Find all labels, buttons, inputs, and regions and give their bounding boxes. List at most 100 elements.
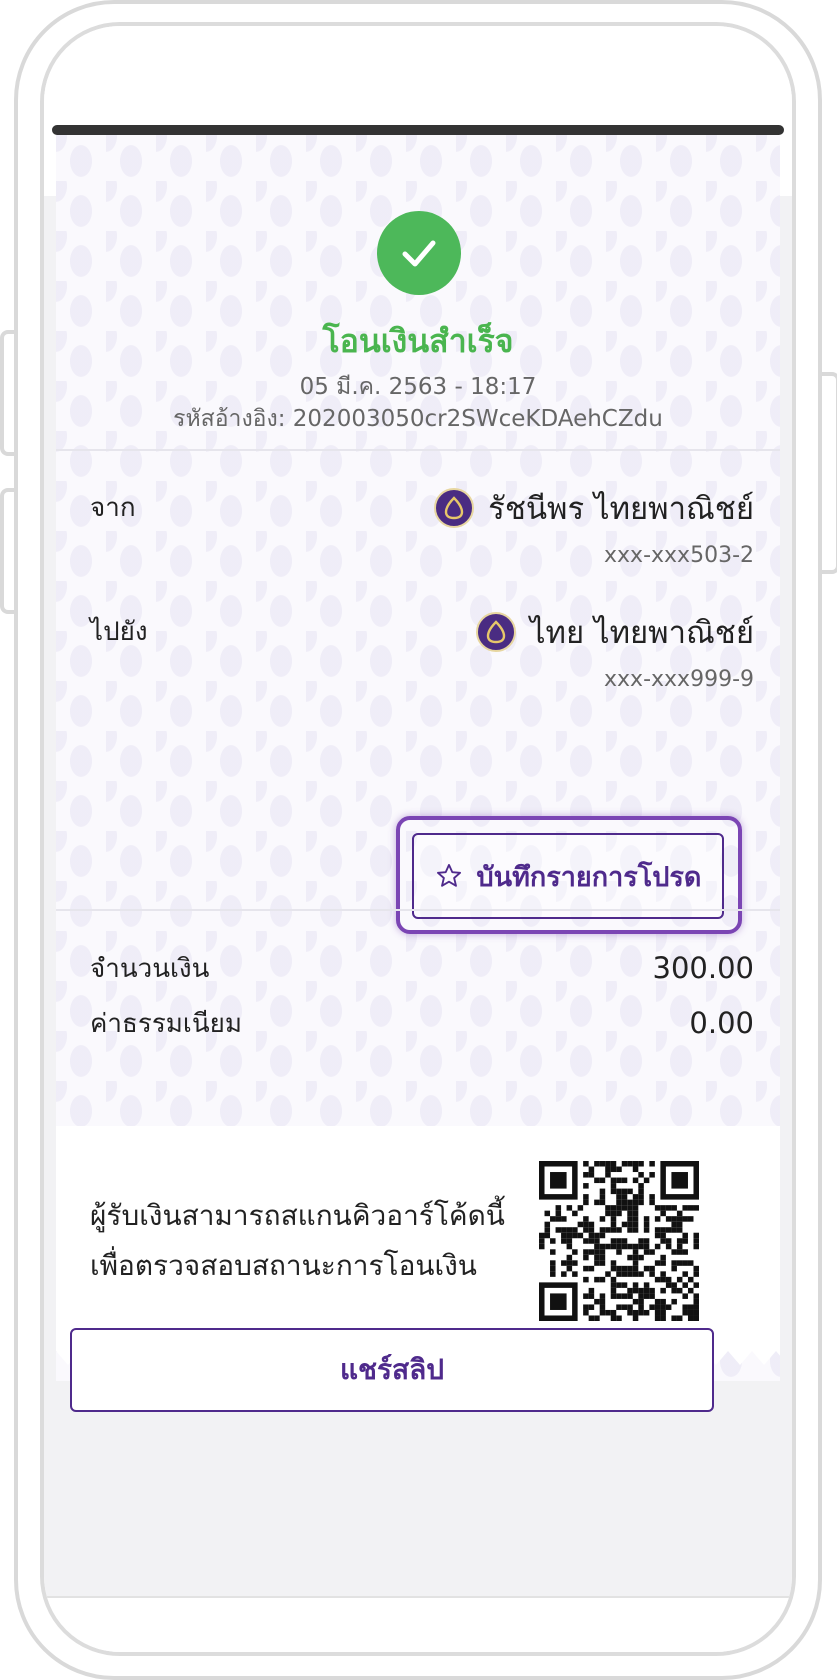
qr-module <box>550 1238 556 1244</box>
qr-module <box>643 1287 650 1294</box>
qr-module <box>621 1243 628 1250</box>
qr-module <box>605 1309 611 1316</box>
qr-module <box>632 1221 639 1228</box>
qr-section: ผู้รับเงินสามารถสแกนคิวอาร์โค้ดนี้ เพื่อ… <box>56 1126 780 1351</box>
transfer-datetime: 05 มี.ค. 2563 - 18:17 <box>299 374 537 400</box>
qr-module <box>605 1243 611 1250</box>
from-name: รัชนีพร ไทยพาณิชย์ <box>488 491 754 527</box>
qr-module <box>555 1216 562 1222</box>
qr-module <box>660 1254 666 1261</box>
qr-module <box>605 1205 611 1211</box>
qr-module <box>583 1304 589 1310</box>
qr-module <box>649 1172 655 1178</box>
share-slip-button[interactable]: แชร์สลิป <box>70 1328 714 1412</box>
qr-module <box>638 1298 644 1305</box>
qr-module <box>627 1254 633 1261</box>
qr-instruction-line-2: เพื่อตรวจสอบสถานะการโอนเงิน <box>90 1249 477 1282</box>
qr-module <box>638 1254 644 1261</box>
qr-module <box>616 1243 622 1250</box>
qr-module <box>676 1249 683 1255</box>
qr-module <box>561 1216 567 1222</box>
status-title: โอนเงินสำเร็จ <box>322 322 514 360</box>
qr-module <box>671 1265 677 1272</box>
qr-module <box>605 1271 611 1277</box>
qr-module <box>594 1298 600 1305</box>
screen-bottom-area <box>44 1596 792 1652</box>
qr-module <box>643 1265 650 1272</box>
qr-module <box>632 1265 639 1272</box>
qr-module <box>671 1315 677 1321</box>
qr-module <box>572 1232 578 1239</box>
qr-module <box>632 1177 639 1184</box>
qr-module <box>638 1304 644 1310</box>
qr-module <box>671 1287 677 1294</box>
qr-module <box>643 1177 650 1184</box>
divider <box>56 909 780 911</box>
qr-module <box>676 1216 683 1222</box>
qr-module <box>676 1238 683 1244</box>
qr-module <box>599 1194 606 1200</box>
qr-module <box>654 1276 661 1283</box>
qr-module <box>627 1271 633 1277</box>
qr-module <box>671 1260 677 1266</box>
qr-module <box>676 1287 683 1294</box>
qr-module <box>627 1216 633 1222</box>
qr-module <box>561 1227 567 1233</box>
qr-module <box>632 1210 639 1217</box>
qr-module <box>632 1249 639 1255</box>
qr-module <box>665 1205 672 1211</box>
qr-module <box>638 1194 644 1200</box>
qr-module <box>682 1205 688 1211</box>
qr-module <box>632 1243 639 1250</box>
qr-module <box>616 1265 622 1272</box>
qr-module <box>676 1227 683 1233</box>
qr-module <box>616 1238 622 1244</box>
qr-module <box>583 1199 589 1206</box>
qr-module <box>539 1232 545 1239</box>
qr-module <box>660 1276 666 1283</box>
success-check-icon <box>377 211 461 295</box>
from-party: รัชนีพร ไทยพาณิชย์ <box>434 483 754 533</box>
qr-module <box>594 1243 600 1250</box>
qr-module <box>693 1304 699 1310</box>
qr-module <box>616 1205 622 1211</box>
qr-module <box>643 1243 650 1250</box>
qr-module <box>550 1216 556 1222</box>
qr-module <box>539 1243 545 1250</box>
save-favorite-label: บันทึกรายการโปรด <box>476 861 702 893</box>
qr-module <box>693 1298 699 1305</box>
qr-module <box>660 1287 666 1294</box>
qr-module <box>588 1172 595 1178</box>
qr-module <box>588 1227 595 1233</box>
save-favorite-button[interactable]: บันทึกรายการโปรด <box>412 833 724 919</box>
qr-module <box>660 1298 666 1305</box>
from-label: จาก <box>90 493 136 523</box>
qr-module <box>693 1309 699 1316</box>
qr-module <box>643 1227 650 1233</box>
qr-module <box>572 1227 578 1233</box>
qr-module <box>621 1265 628 1272</box>
qr-module <box>627 1227 633 1233</box>
qr-module <box>687 1205 694 1211</box>
qr-module <box>610 1287 617 1294</box>
qr-module <box>616 1304 622 1310</box>
qr-module <box>660 1271 666 1277</box>
qr-module <box>627 1304 633 1310</box>
qr-module <box>660 1304 666 1310</box>
qr-module <box>649 1271 655 1277</box>
qr-module <box>599 1227 606 1233</box>
qr-module <box>682 1216 688 1222</box>
qr-module <box>627 1265 633 1272</box>
qr-module <box>561 1232 567 1239</box>
qr-module <box>588 1265 595 1272</box>
qr-module <box>671 1298 677 1305</box>
qr-module <box>561 1260 567 1266</box>
qr-module <box>610 1276 617 1283</box>
to-label: ไปยัง <box>90 617 148 647</box>
qr-module <box>682 1304 688 1310</box>
qr-module <box>616 1293 622 1299</box>
qr-module <box>599 1304 606 1310</box>
qr-module <box>660 1309 666 1316</box>
qr-module <box>687 1315 694 1321</box>
qr-module <box>605 1172 611 1178</box>
